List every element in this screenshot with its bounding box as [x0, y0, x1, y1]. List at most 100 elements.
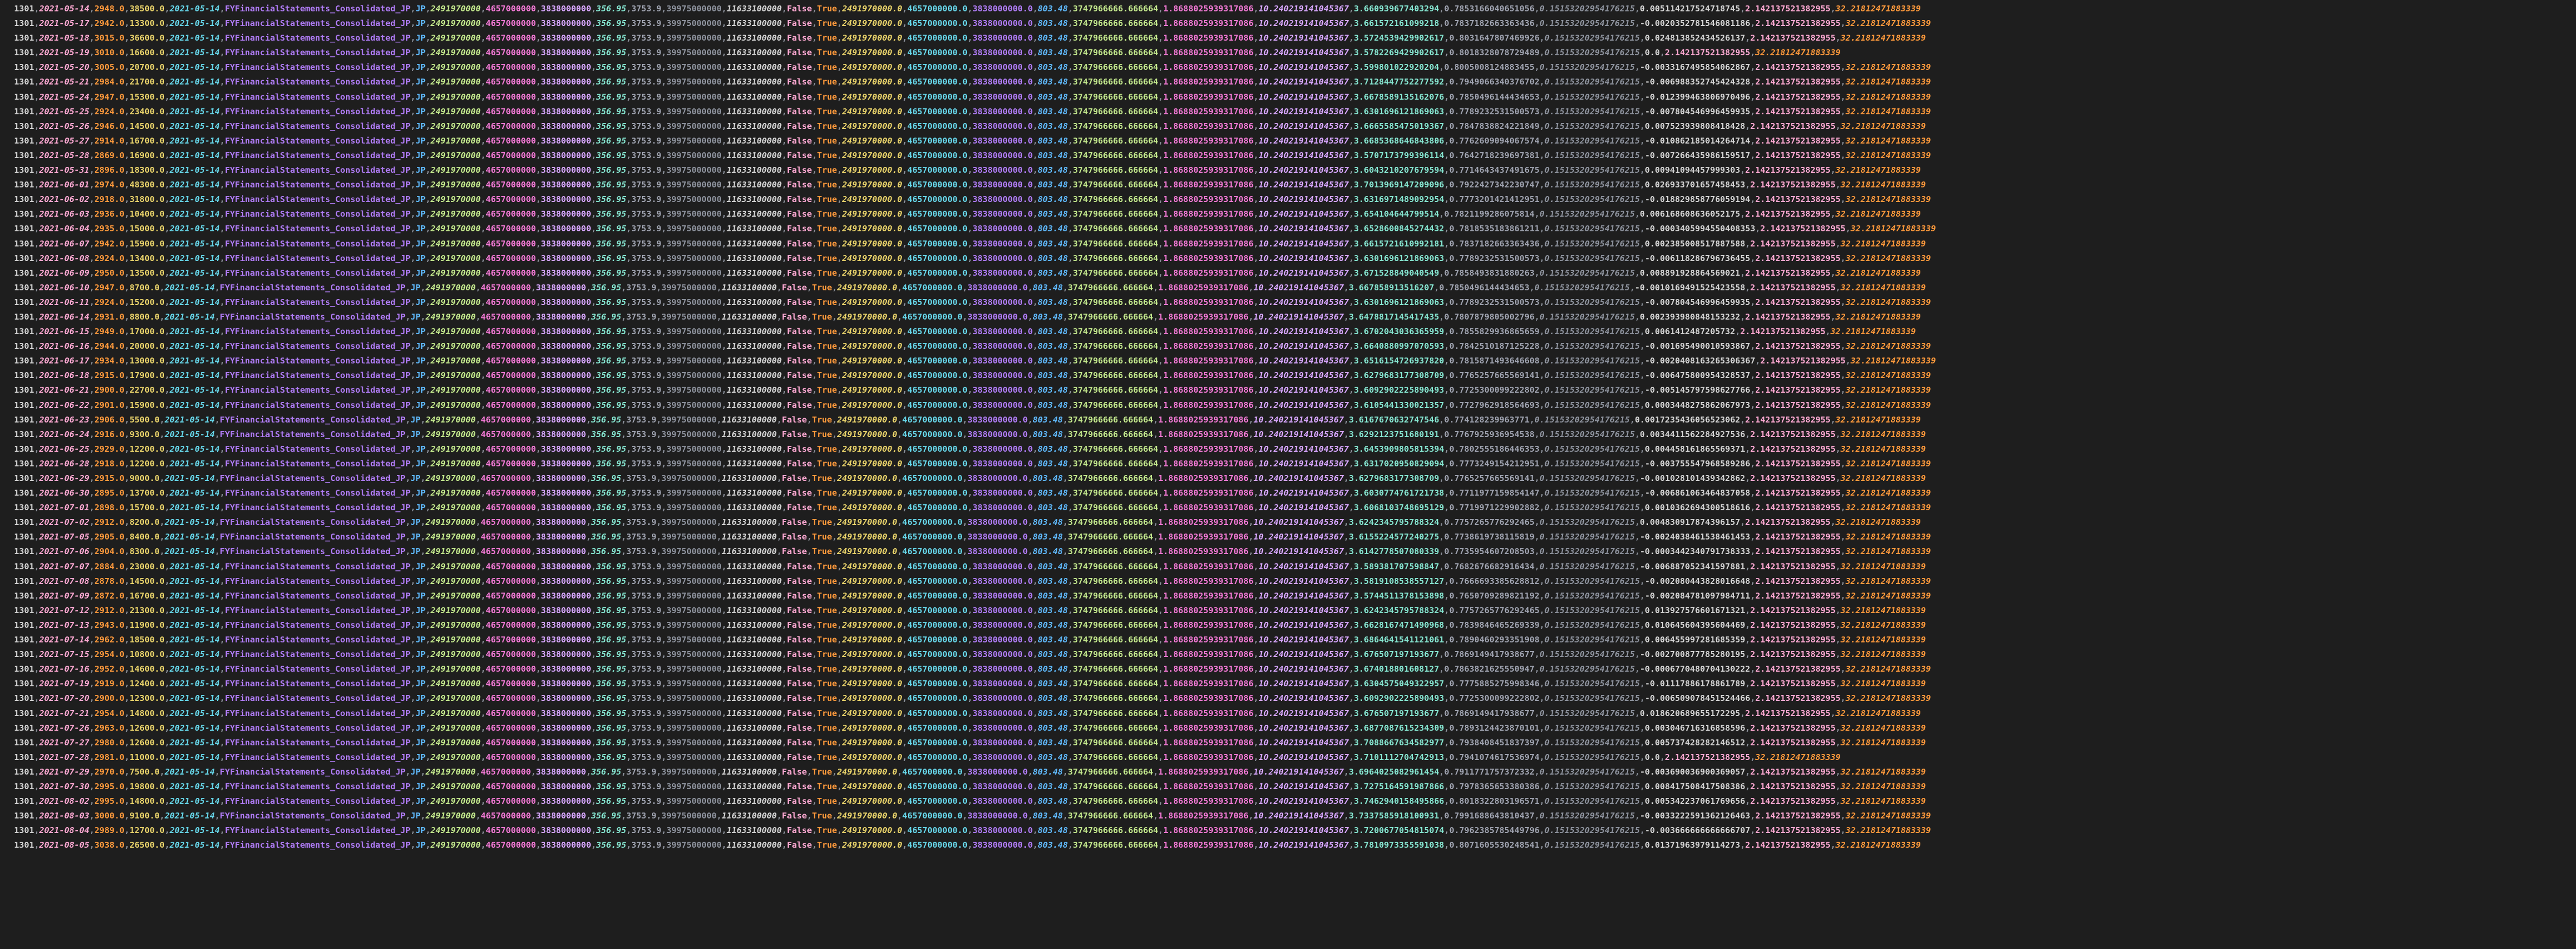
csv-delimiter: ,: [420, 547, 426, 557]
csv-line: 1301,2021-05-25,2924.0,23400.0,2021-05-1…: [14, 105, 2576, 119]
csv-field: 1301: [14, 400, 35, 410]
csv-field: 3838000000: [541, 150, 591, 160]
csv-field: 3753.9: [631, 253, 662, 263]
csv-field: False: [787, 458, 812, 469]
csv-delimiter: ,: [1539, 180, 1545, 190]
csv-line: 1301,2021-06-11,2924.0,15200.0,2021-05-1…: [14, 295, 2576, 310]
csv-field: 32.21812471883339: [1835, 414, 1921, 425]
csv-delimiter: ,: [812, 590, 817, 601]
csv-field: 10.240219141045367: [1258, 106, 1349, 116]
csv-field: True: [816, 826, 838, 836]
csv-delimiter: ,: [776, 429, 782, 439]
csv-field: 0.7869149417938677: [1444, 708, 1535, 718]
csv-delimiter: ,: [165, 488, 170, 498]
csv-delimiter: ,: [661, 4, 666, 14]
csv-delimiter: ,: [159, 811, 165, 821]
csv-delimiter: ,: [812, 18, 817, 29]
csv-field: 356.95: [596, 180, 626, 190]
csv-field: False: [787, 268, 812, 278]
csv-delimiter: ,: [34, 135, 40, 146]
csv-delimiter: ,: [661, 180, 666, 190]
csv-field: 0.002385008517887588: [1645, 238, 1745, 249]
csv-field: 2949.0: [94, 327, 125, 337]
csv-field: 2021-05-14: [169, 590, 220, 601]
csv-delimiter: ,: [535, 224, 541, 234]
csv-field: 11633100000: [727, 150, 782, 160]
csv-field: False: [787, 62, 812, 73]
csv-delimiter: ,: [475, 429, 481, 439]
csv-field: 2916.0: [94, 429, 125, 439]
csv-delimiter: ,: [1639, 693, 1645, 704]
csv-delimiter: ,: [220, 561, 225, 571]
csv-delimiter: ,: [89, 297, 95, 307]
csv-delimiter: ,: [897, 517, 903, 528]
csv-field: 3.5819108538557127: [1354, 576, 1444, 586]
csv-field: 2021-07-06: [39, 547, 90, 557]
csv-delimiter: ,: [1253, 370, 1259, 381]
csv-delimiter: ,: [716, 517, 722, 528]
csv-field: 2900.0: [94, 693, 125, 704]
csv-field: 11633100000: [727, 327, 782, 337]
csv-delimiter: ,: [812, 92, 817, 102]
csv-field: FYFinancialStatements_Consolidated_JP: [225, 840, 411, 850]
csv-delimiter: ,: [782, 268, 787, 278]
csv-field: JP: [410, 811, 421, 821]
csv-field: True: [812, 532, 832, 542]
csv-delimiter: ,: [902, 238, 907, 249]
csv-field: 803.48: [1037, 106, 1068, 116]
csv-delimiter: ,: [480, 194, 486, 205]
csv-delimiter: ,: [902, 723, 907, 733]
csv-delimiter: ,: [1349, 444, 1354, 454]
csv-text-view[interactable]: 1301,2021-05-14,2948.0,38500.0,2021-05-1…: [0, 0, 2576, 949]
csv-field: 26500.0: [129, 840, 165, 850]
csv-delimiter: ,: [591, 356, 597, 366]
csv-delimiter: ,: [621, 766, 626, 777]
csv-field: 39975000000: [666, 400, 722, 410]
csv-delimiter: ,: [1349, 781, 1354, 791]
csv-delimiter: ,: [1032, 605, 1038, 615]
csv-delimiter: ,: [220, 649, 225, 660]
csv-delimiter: ,: [531, 766, 536, 777]
csv-field: 1301: [14, 737, 35, 748]
csv-delimiter: ,: [34, 356, 40, 366]
csv-field: 32.21812471883339: [1845, 488, 1931, 498]
csv-delimiter: ,: [967, 576, 973, 586]
csv-delimiter: ,: [425, 458, 431, 469]
csv-delimiter: ,: [89, 194, 95, 205]
csv-delimiter: ,: [1539, 341, 1545, 352]
csv-field: 4657000000: [486, 503, 536, 513]
csv-field: 4657000000.0: [907, 635, 968, 645]
csv-delimiter: ,: [591, 488, 597, 498]
csv-delimiter: ,: [1068, 664, 1073, 674]
csv-field: 3.6528600845274432: [1354, 224, 1444, 234]
csv-field: 4657000000: [486, 238, 536, 249]
csv-field: 3.6615721610992181: [1354, 238, 1444, 249]
csv-delimiter: ,: [34, 590, 40, 601]
csv-field: 39975000000: [661, 429, 717, 439]
csv-delimiter: ,: [591, 135, 597, 146]
csv-delimiter: ,: [837, 180, 842, 190]
csv-delimiter: ,: [405, 766, 411, 777]
csv-delimiter: ,: [1539, 444, 1545, 454]
csv-delimiter: ,: [661, 488, 666, 498]
csv-delimiter: ,: [626, 590, 632, 601]
csv-delimiter: ,: [535, 488, 541, 498]
csv-delimiter: ,: [1755, 356, 1761, 366]
csv-delimiter: ,: [1835, 180, 1841, 190]
csv-field: 11633100000: [727, 356, 782, 366]
csv-field: 2021-05-14: [165, 766, 215, 777]
csv-delimiter: ,: [124, 723, 130, 733]
csv-field: 4657000000.0: [907, 92, 968, 102]
csv-delimiter: ,: [165, 92, 170, 102]
csv-delimiter: ,: [1032, 840, 1038, 850]
csv-delimiter: ,: [535, 620, 541, 630]
csv-line: 1301,2021-08-03,3000.0,9100.0,2021-05-14…: [14, 809, 2576, 823]
csv-delimiter: ,: [124, 503, 130, 513]
csv-field: 10.240219141045367: [1258, 209, 1349, 219]
csv-field: 2491970000: [430, 194, 481, 205]
csv-delimiter: ,: [165, 165, 170, 176]
csv-field: 4657000000.0: [907, 679, 968, 689]
csv-field: 4657000000.0: [907, 488, 968, 498]
csv-field: FYFinancialStatements_Consolidated_JP: [225, 238, 411, 249]
csv-delimiter: ,: [967, 238, 973, 249]
